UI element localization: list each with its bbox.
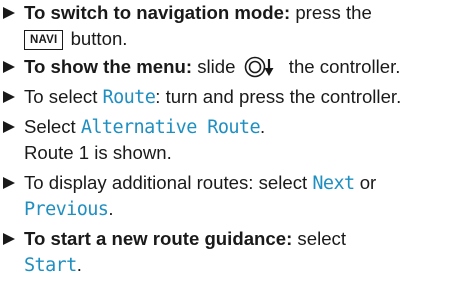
menu-item-start: Start <box>24 255 77 276</box>
step-bold-label: To show the menu: <box>24 56 193 77</box>
menu-item-route: Route <box>102 87 156 108</box>
step-plain-text: slide <box>192 56 241 77</box>
step-continuation: Previous. <box>24 196 113 223</box>
step-result-text: Route 1 is shown. <box>24 142 172 163</box>
step-plain-text: select <box>292 228 347 249</box>
bullet-arrow-icon <box>2 226 18 252</box>
instruction-list: To switch to navigation mode: press the … <box>0 0 461 289</box>
step-text: To select Route: turn and press the cont… <box>24 84 401 111</box>
step-plain-text: To select <box>24 86 103 107</box>
bullet-arrow-icon <box>2 54 18 80</box>
navi-key-icon: NAVI <box>24 30 64 50</box>
controller-slide-down-icon <box>244 56 280 78</box>
step-plain-text: To display additional routes: select <box>24 172 313 193</box>
menu-item-alternative-route: Alternative Route <box>80 117 261 138</box>
step-plain-text: press the <box>290 2 372 23</box>
step-plain-text: . <box>260 116 266 137</box>
step-plain-text: . <box>76 254 82 275</box>
step-text: Select Alternative Route. <box>24 114 265 141</box>
bullet-arrow-icon <box>2 0 18 26</box>
bullet-arrow-icon <box>2 170 18 196</box>
menu-item-next: Next <box>312 173 355 194</box>
bullet-arrow-icon <box>2 114 18 140</box>
step-plain-text: . <box>108 198 114 219</box>
step-text: To display additional routes: select Nex… <box>24 170 376 197</box>
step-text: To show the menu: slide the controller. <box>24 54 400 80</box>
bullet-arrow-icon <box>2 84 18 110</box>
step-bold-label: To switch to navigation mode: <box>24 2 291 23</box>
step-plain-text: Select <box>24 116 81 137</box>
step-plain-text: : turn and press the controller. <box>155 86 402 107</box>
step-plain-text: button. <box>65 28 128 49</box>
step-continuation: Start. <box>24 252 82 279</box>
step-text: To start a new route guidance: select <box>24 226 346 252</box>
step-text: To switch to navigation mode: press the <box>24 0 372 26</box>
step-plain-text: or <box>354 172 377 193</box>
step-plain-text: the controller. <box>283 56 401 77</box>
menu-item-previous: Previous <box>24 199 109 220</box>
step-bold-label: To start a new route guidance: <box>24 228 293 249</box>
step-continuation: NAVI button. <box>24 26 127 52</box>
